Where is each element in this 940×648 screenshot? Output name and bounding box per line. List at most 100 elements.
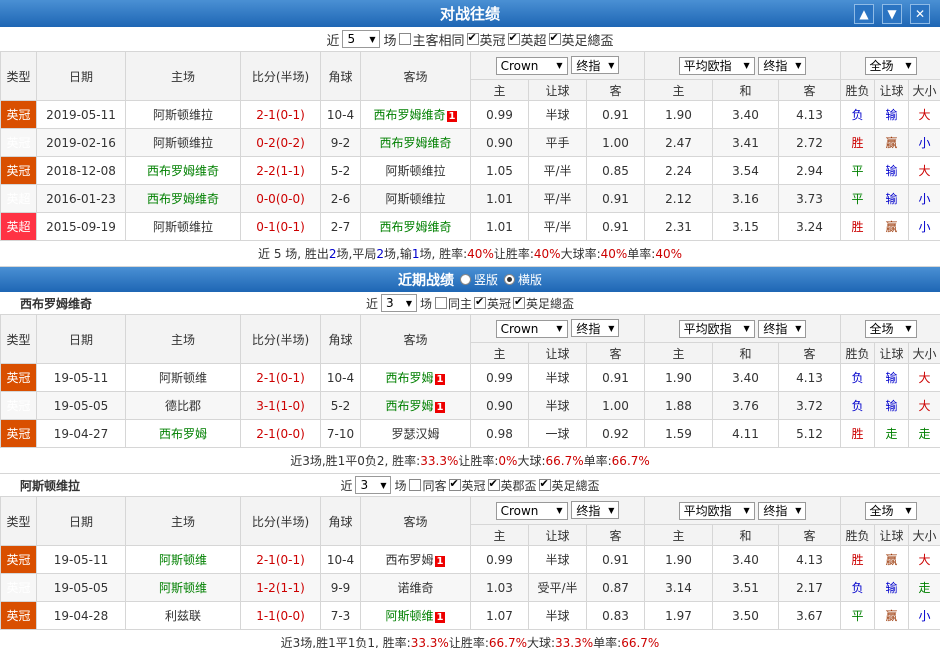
company-select[interactable]: Crown ▼ (495, 319, 568, 338)
league-badge[interactable]: 英冠 (0, 573, 37, 602)
checkbox-icon[interactable] (448, 477, 461, 491)
away-team[interactable]: 西布罗姆 1 (360, 363, 471, 392)
euro-draw: 3.54 (712, 156, 779, 185)
home-team[interactable]: 阿斯顿维拉 (125, 100, 241, 129)
vertical-option[interactable]: 竖版 (459, 271, 498, 288)
away-team[interactable]: 阿斯顿维拉 (360, 184, 471, 213)
league-badge[interactable]: 英冠 (0, 363, 37, 392)
checkbox-icon[interactable] (409, 479, 422, 491)
checkbox-icon[interactable] (399, 33, 412, 45)
match-score[interactable]: 1-2(1-1) (240, 573, 321, 602)
euro-final-select[interactable]: 终指 ▼ (758, 319, 807, 338)
horizontal-option[interactable]: 横版 (504, 271, 542, 288)
league-badge[interactable]: 英冠 (0, 156, 37, 185)
away-team[interactable]: 西布罗姆维奇 (360, 212, 471, 241)
euro-select[interactable]: 平均欧指 ▼ (678, 56, 755, 75)
match-score[interactable]: 2-1(0-1) (240, 545, 321, 574)
team1-check-1[interactable]: 英冠 (474, 295, 511, 312)
away-team[interactable]: 西布罗姆维奇 (360, 128, 471, 157)
league-badge[interactable]: 英超 (0, 184, 37, 213)
h2h-check-2[interactable]: 英超 (507, 30, 547, 49)
away-team[interactable]: 阿斯顿维拉 (360, 156, 471, 185)
scope-select[interactable]: 全场 ▼ (864, 56, 917, 75)
euro-final-select[interactable]: 终指 ▼ (758, 56, 807, 75)
radio-selected-icon[interactable] (504, 274, 515, 285)
match-score[interactable]: 3-1(1-0) (240, 391, 321, 420)
match-score[interactable]: 0-0(0-0) (240, 184, 321, 213)
checkbox-icon[interactable] (434, 297, 447, 309)
match-score[interactable]: 2-1(0-1) (240, 363, 321, 392)
league-badge[interactable]: 英超 (0, 212, 37, 241)
check-label: 英足總盃 (551, 478, 600, 493)
team2-check-3[interactable]: 英足總盃 (538, 477, 600, 494)
team2-check-2[interactable]: 英郡盃 (487, 477, 537, 494)
h2h-count-select[interactable]: 5 ▼ (342, 30, 381, 48)
league-badge[interactable]: 英冠 (0, 391, 37, 420)
h2h-check-1[interactable]: 英冠 (466, 30, 506, 49)
euro-select[interactable]: 平均欧指 ▼ (678, 501, 755, 520)
checkbox-icon[interactable] (538, 477, 551, 491)
euro-draw: 3.15 (712, 212, 779, 241)
company-select[interactable]: Crown ▼ (495, 501, 568, 520)
team1-check-0[interactable]: 同主 (434, 295, 472, 312)
match-date: 19-05-11 (36, 545, 126, 574)
match-score[interactable]: 1-1(0-0) (240, 601, 321, 630)
league-badge[interactable]: 英冠 (0, 100, 37, 129)
home-team[interactable]: 西布罗姆 (125, 419, 241, 448)
checkbox-icon[interactable] (507, 31, 520, 45)
team2-controls: 近3▼场同客英冠英郡盃英足總盃 (0, 474, 940, 496)
home-team[interactable]: 西布罗姆维奇 (125, 184, 241, 213)
close-icon[interactable]: ✕ (910, 4, 930, 24)
scope-select[interactable]: 全场 ▼ (864, 319, 917, 338)
checkbox-icon[interactable] (513, 295, 526, 309)
home-team[interactable]: 西布罗姆维奇 (125, 156, 241, 185)
asian-final-select[interactable]: 终指 ▼ (571, 501, 620, 520)
home-team[interactable]: 阿斯顿维 (125, 573, 241, 602)
checkbox-icon[interactable] (466, 31, 479, 45)
home-team[interactable]: 阿斯顿维拉 (125, 212, 241, 241)
league-badge[interactable]: 英冠 (0, 545, 37, 574)
scope-select[interactable]: 全场 ▼ (864, 501, 917, 520)
result: 负 (840, 573, 876, 602)
away-team[interactable]: 西布罗姆 1 (360, 545, 471, 574)
match-score[interactable]: 2-2(1-1) (240, 156, 321, 185)
league-badge[interactable]: 英冠 (0, 601, 37, 630)
team2-count-select[interactable]: 3 ▼ (355, 476, 392, 494)
match-score[interactable]: 2-1(0-0) (240, 419, 321, 448)
team1-check-2[interactable]: 英足總盃 (513, 295, 574, 312)
home-team[interactable]: 阿斯顿维 (125, 545, 241, 574)
league-badge[interactable]: 英冠 (0, 419, 37, 448)
home-team[interactable]: 利兹联 (125, 601, 241, 630)
team2-check-0[interactable]: 同客 (409, 477, 447, 494)
league-badge[interactable]: 英冠 (0, 128, 37, 157)
away-team[interactable]: 西布罗姆 1 (360, 391, 471, 420)
away-team[interactable]: 西布罗姆维奇 1 (360, 100, 471, 129)
away-odds: 1.00 (586, 128, 645, 157)
home-team[interactable]: 阿斯顿维 (125, 363, 241, 392)
company-select[interactable]: Crown ▼ (495, 56, 568, 75)
checkbox-icon[interactable] (487, 477, 500, 491)
arrow-down-icon[interactable]: ▼ (882, 4, 902, 24)
match-score[interactable]: 2-1(0-1) (240, 100, 321, 129)
subcol-4: 和 (712, 79, 779, 101)
match-score[interactable]: 0-1(0-1) (240, 212, 321, 241)
euro-select[interactable]: 平均欧指 ▼ (678, 319, 755, 338)
asian-final-select[interactable]: 终指 ▼ (571, 56, 620, 75)
team2-check-1[interactable]: 英冠 (448, 477, 486, 494)
match-score[interactable]: 0-2(0-2) (240, 128, 321, 157)
away-team[interactable]: 诺维奇 (360, 573, 471, 602)
team1-count-select[interactable]: 3 ▼ (380, 294, 417, 312)
arrow-up-icon[interactable]: ▲ (854, 4, 874, 24)
away-team[interactable]: 罗瑟汉姆 (360, 419, 471, 448)
asian-final-select[interactable]: 终指 ▼ (571, 319, 620, 338)
radio-icon[interactable] (459, 274, 471, 285)
h2h-check-3[interactable]: 英足總盃 (548, 30, 614, 49)
h2h-check-0[interactable]: 主客相同 (399, 30, 465, 49)
away-team[interactable]: 阿斯顿维 1 (360, 601, 471, 630)
home-team[interactable]: 阿斯顿维拉 (125, 128, 241, 157)
euro-final-select[interactable]: 终指 ▼ (758, 501, 807, 520)
checkbox-icon[interactable] (474, 295, 486, 309)
checkbox-icon[interactable] (548, 31, 561, 45)
away-team-name: 西布罗姆 (385, 553, 434, 567)
home-team[interactable]: 德比郡 (125, 391, 241, 420)
